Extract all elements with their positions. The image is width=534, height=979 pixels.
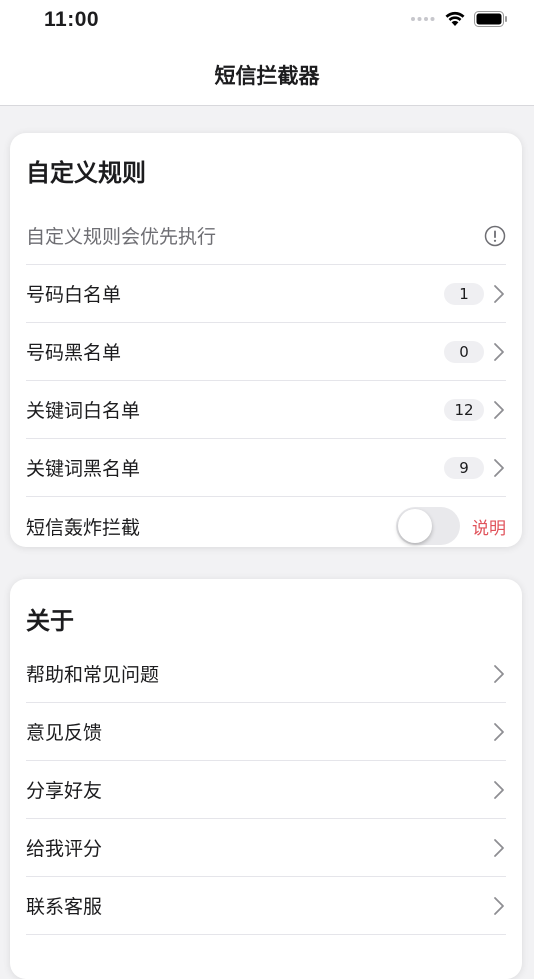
number-whitelist-label: 号码白名单 — [26, 284, 122, 306]
contact-support-label: 联系客服 — [26, 896, 103, 918]
custom-rules-card: 自定义规则 自定义规则会优先执行 号码白名单 1 号码黑名单 0 关键词白名单 … — [10, 133, 522, 547]
about-title: 关于 — [26, 607, 74, 635]
about-card: 关于 帮助和常见问题 意见反馈 分享好友 给我评分 联系客服 — [10, 579, 522, 979]
chevron-right-icon — [492, 399, 506, 421]
keyword-whitelist-row[interactable]: 关键词白名单 12 — [26, 381, 506, 439]
keyword-blacklist-count: 9 — [444, 456, 484, 479]
contact-support-row[interactable]: 联系客服 — [26, 877, 506, 935]
status-icons — [410, 10, 508, 27]
navigation-bar: 短信拦截器 — [0, 44, 534, 106]
page-title: 短信拦截器 — [214, 63, 320, 88]
help-faq-row[interactable]: 帮助和常见问题 — [26, 645, 506, 703]
share-friends-row[interactable]: 分享好友 — [26, 761, 506, 819]
keyword-blacklist-label: 关键词黑名单 — [26, 458, 141, 480]
number-blacklist-row[interactable]: 号码黑名单 0 — [26, 323, 506, 381]
feedback-row[interactable]: 意见反馈 — [26, 703, 506, 761]
chevron-right-icon — [492, 283, 506, 305]
number-whitelist-row[interactable]: 号码白名单 1 — [26, 265, 506, 323]
number-whitelist-count: 1 — [444, 282, 484, 305]
battery-icon — [474, 10, 507, 27]
info-circle-icon[interactable] — [484, 225, 506, 247]
custom-rules-title: 自定义规则 — [26, 159, 146, 187]
sms-bombing-label: 短信轰炸拦截 — [26, 516, 141, 539]
sms-bombing-toggle[interactable] — [396, 507, 460, 545]
status-time: 11:00 — [44, 8, 100, 31]
share-friends-label: 分享好友 — [26, 780, 103, 802]
chevron-right-icon — [492, 895, 506, 917]
rules-priority-note: 自定义规则会优先执行 — [26, 226, 217, 248]
keyword-blacklist-row[interactable]: 关键词黑名单 9 — [26, 439, 506, 497]
signal-dots-icon — [411, 16, 435, 21]
chevron-right-icon — [492, 779, 506, 801]
sms-bombing-explain-link[interactable]: 说明 — [472, 514, 506, 539]
help-faq-label: 帮助和常见问题 — [26, 664, 160, 686]
chevron-right-icon — [492, 721, 506, 743]
chevron-right-icon — [492, 341, 506, 363]
wifi-icon — [445, 11, 465, 26]
keyword-whitelist-count: 12 — [444, 398, 484, 421]
chevron-right-icon — [492, 663, 506, 685]
chevron-right-icon — [492, 457, 506, 479]
sms-bombing-row: 短信轰炸拦截 说明 — [26, 497, 506, 547]
toggle-knob — [398, 509, 432, 543]
keyword-whitelist-label: 关键词白名单 — [26, 400, 141, 422]
chevron-right-icon — [492, 837, 506, 859]
rate-app-label: 给我评分 — [26, 838, 103, 860]
feedback-label: 意见反馈 — [26, 722, 103, 744]
rate-app-row[interactable]: 给我评分 — [26, 819, 506, 877]
rules-priority-note-row: 自定义规则会优先执行 — [26, 207, 506, 265]
status-bar: 11:00 — [0, 0, 534, 44]
number-blacklist-count: 0 — [444, 340, 484, 363]
number-blacklist-label: 号码黑名单 — [26, 342, 122, 364]
